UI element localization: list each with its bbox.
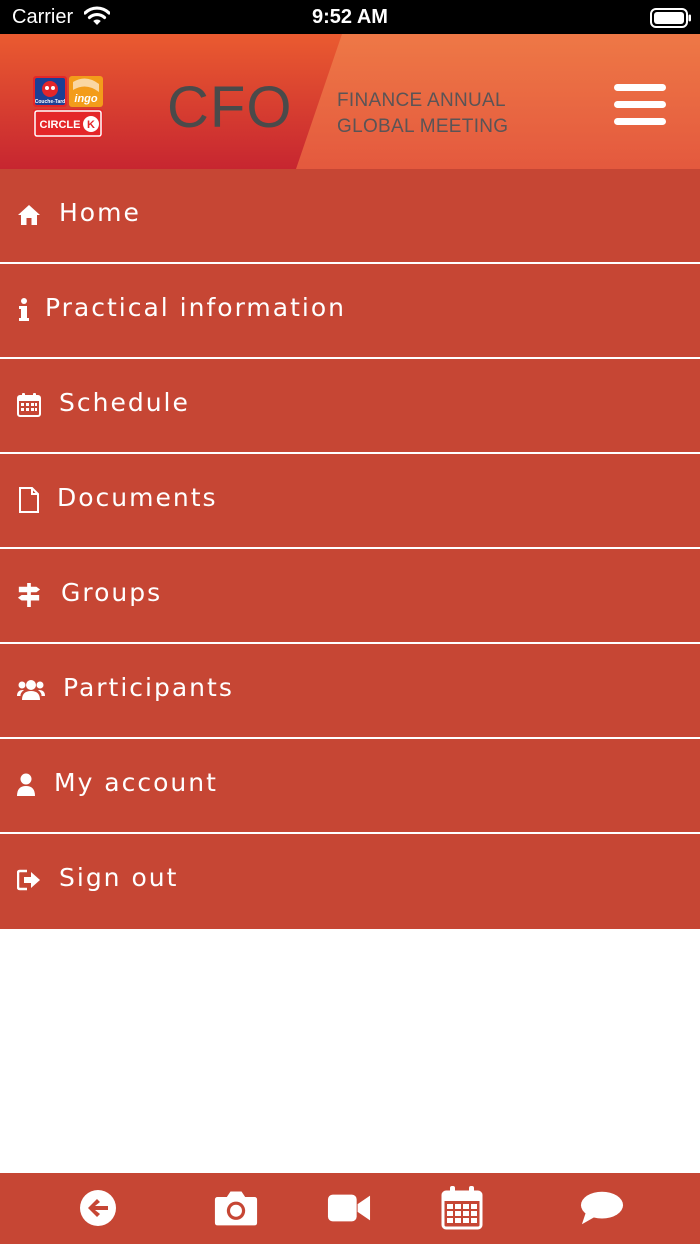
menu-item-label: Schedule	[59, 388, 190, 417]
users-icon	[17, 678, 45, 702]
menu-item-practical-information[interactable]: Practical information	[0, 264, 700, 359]
svg-text:ingo: ingo	[74, 93, 97, 105]
menu-item-my-account[interactable]: My account	[0, 739, 700, 834]
menu-item-home[interactable]: Home	[0, 169, 700, 264]
back-icon	[80, 1190, 116, 1226]
video-icon	[327, 1194, 371, 1222]
info-icon	[12, 298, 36, 322]
subtitle-line-1: FINANCE ANNUAL	[337, 90, 506, 111]
svg-text:K: K	[87, 119, 95, 131]
menu-item-label: Practical information	[45, 293, 346, 322]
hamburger-bar	[614, 84, 666, 91]
camera-button[interactable]	[214, 1186, 258, 1230]
camera-icon	[214, 1191, 258, 1226]
event-subtitle: FINANCE ANNUAL GLOBAL MEETING	[337, 88, 508, 140]
hamburger-menu-button[interactable]	[614, 84, 666, 126]
chat-icon	[580, 1191, 624, 1225]
app-header: Couche-Tard ingo CIRCLE K CFO FINANCE AN…	[0, 34, 700, 169]
back-button[interactable]	[76, 1186, 120, 1230]
menu-item-groups[interactable]: Groups	[0, 549, 700, 644]
chat-button[interactable]	[580, 1186, 624, 1230]
svg-text:CIRCLE: CIRCLE	[40, 119, 81, 131]
menu-item-label: Participants	[63, 673, 234, 702]
menu-item-label: Home	[59, 198, 141, 227]
user-icon	[14, 773, 38, 797]
app-title: CFO	[167, 75, 293, 140]
company-logo: Couche-Tard ingo CIRCLE K	[33, 76, 103, 138]
subtitle-line-2: GLOBAL MEETING	[337, 116, 509, 137]
status-bar: Carrier 9:52 AM	[0, 0, 700, 34]
menu-item-label: My account	[54, 768, 218, 797]
sign-out-icon	[17, 868, 41, 892]
video-button[interactable]	[327, 1186, 371, 1230]
menu-item-label: Groups	[61, 578, 163, 607]
home-icon	[17, 203, 41, 227]
menu-item-schedule[interactable]: Schedule	[0, 359, 700, 454]
svg-text:Couche-Tard: Couche-Tard	[35, 99, 65, 105]
hamburger-bar	[614, 101, 666, 108]
bottom-toolbar	[0, 1173, 700, 1244]
document-icon	[17, 487, 41, 513]
hamburger-bar	[614, 118, 666, 125]
battery-icon	[650, 8, 692, 33]
calendar-icon	[17, 393, 41, 417]
menu-item-label: Documents	[57, 483, 218, 512]
menu-item-participants[interactable]: Participants	[0, 644, 700, 739]
clock: 9:52 AM	[312, 6, 388, 28]
calendar-button[interactable]	[440, 1186, 484, 1230]
signpost-icon	[17, 583, 41, 607]
menu-item-label: Sign out	[59, 863, 179, 892]
navigation-menu: Home Practical information Schedule Docu…	[0, 169, 700, 929]
menu-item-documents[interactable]: Documents	[0, 454, 700, 549]
calendar-icon	[441, 1186, 483, 1230]
menu-item-sign-out[interactable]: Sign out	[0, 834, 700, 929]
